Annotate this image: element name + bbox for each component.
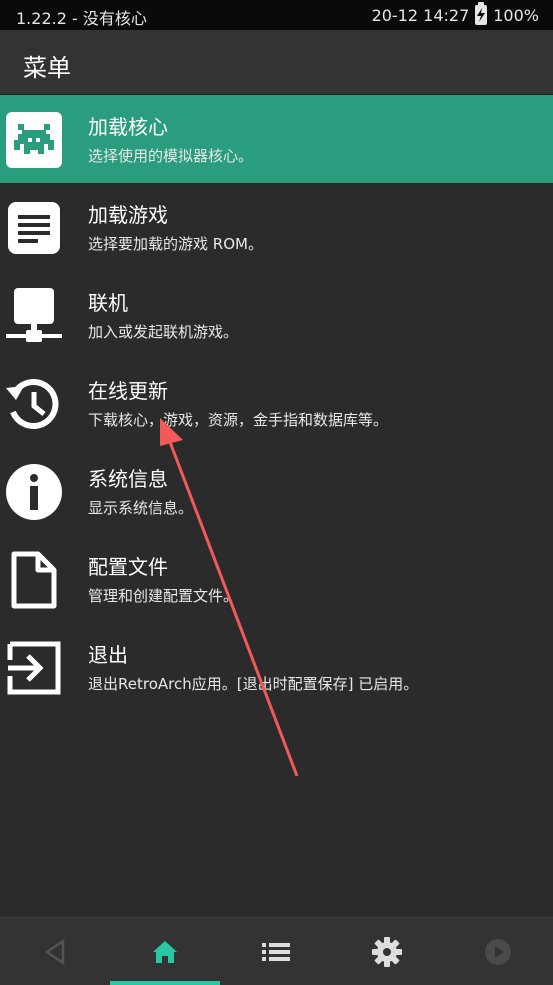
menu-item-description: 显示系统信息。 [88, 499, 194, 517]
menu-item-description: 选择要加载的游戏 ROM。 [88, 235, 263, 253]
status-time: 20-12 14:27 [371, 5, 470, 25]
menu-item-label: 加载游戏 [88, 203, 168, 227]
list-icon [262, 942, 290, 961]
menu-item-label: 在线更新 [88, 379, 168, 403]
exit-icon [4, 638, 64, 698]
home-icon [153, 940, 177, 963]
menu-item-label: 配置文件 [88, 555, 168, 579]
tab-back[interactable] [0, 918, 110, 985]
tab-settings[interactable] [332, 918, 442, 985]
menu-item-load-content[interactable]: 加载游戏 选择要加载的游戏 ROM。 [0, 183, 553, 271]
app-bar: 菜单 [0, 30, 553, 95]
menu-item-label: 加载核心 [88, 115, 168, 139]
page-title: 菜单 [23, 54, 71, 82]
battery-percent: 100% [493, 5, 539, 25]
status-app-text: 1.22.2 - 没有核心 [16, 9, 147, 28]
play-icon [485, 938, 511, 965]
tab-now-playing[interactable] [443, 918, 553, 985]
info-icon [4, 462, 64, 522]
menu-item-load-core[interactable]: 加载核心 选择使用的模拟器核心。 [0, 95, 553, 183]
menu-item-label: 系统信息 [88, 467, 168, 491]
network-icon [4, 286, 64, 346]
menu-item-description: 管理和创建配置文件。 [88, 587, 239, 605]
menu-item-netplay[interactable]: 联机 加入或发起联机游戏。 [0, 271, 553, 359]
menu-item-label: 退出 [88, 643, 128, 667]
file-icon [4, 550, 64, 610]
menu-item-description: 选择使用的模拟器核心。 [88, 147, 254, 165]
menu-item-label: 联机 [88, 291, 128, 315]
menu-item-quit[interactable]: 退出 退出RetroArch应用。[退出时配置保存] 已启用。 [0, 623, 553, 711]
menu-item-information[interactable]: 系统信息 显示系统信息。 [0, 447, 553, 535]
menu-item-description: 下载核心，游戏，资源，金手指和数据库等。 [88, 411, 389, 429]
bottom-tab-bar [0, 917, 553, 985]
main-menu: 加载核心 选择使用的模拟器核心。 加载游戏 选择要加载的游戏 ROM。 联机 加… [0, 95, 553, 711]
tab-home[interactable] [110, 918, 220, 985]
retroarch-invader-icon [4, 110, 64, 170]
history-update-icon [4, 374, 64, 434]
tab-playlists[interactable] [221, 918, 331, 985]
menu-item-description: 退出RetroArch应用。[退出时配置保存] 已启用。 [88, 675, 419, 693]
menu-item-description: 加入或发起联机游戏。 [88, 323, 239, 341]
status-bar: 1.22.2 - 没有核心 20-12 14:27 100% [0, 0, 553, 30]
menu-item-configuration-file[interactable]: 配置文件 管理和创建配置文件。 [0, 535, 553, 623]
back-icon [45, 939, 65, 964]
battery-charging-icon [475, 2, 488, 25]
menu-item-online-updater[interactable]: 在线更新 下载核心，游戏，资源，金手指和数据库等。 [0, 359, 553, 447]
document-lines-icon [4, 198, 64, 258]
settings-icon [372, 936, 402, 967]
